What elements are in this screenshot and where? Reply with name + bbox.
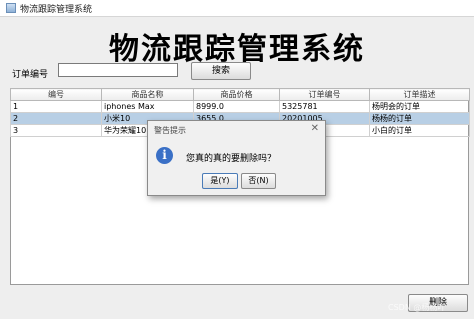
cell-description: 杨明会的订单 <box>369 100 470 113</box>
search-button[interactable]: 搜索 <box>191 62 251 80</box>
confirm-delete-dialog: 警告提示 ✕ i 您真的真的要删除吗？ 是(Y) 否(N) <box>147 120 326 196</box>
title-bar: 物流跟踪管理系统 <box>0 0 474 17</box>
table-header-row: 编号 商品名称 商品价格 订单编号 订单描述 <box>10 88 470 101</box>
cell-id: 1 <box>10 100 102 113</box>
dialog-message: 您真的真的要删除吗？ <box>186 154 277 164</box>
dialog-title: 警告提示 <box>154 126 186 135</box>
order-number-label: 订单编号 <box>12 70 49 80</box>
cell-product-name: iphones Max <box>101 100 194 113</box>
column-header-price[interactable]: 商品价格 <box>193 88 280 101</box>
app-icon <box>6 3 16 13</box>
yes-button[interactable]: 是(Y) <box>202 173 238 189</box>
cell-description: 小白的订单 <box>369 124 470 137</box>
close-icon[interactable]: ✕ <box>311 123 319 134</box>
no-button[interactable]: 否(N) <box>241 173 276 189</box>
order-number-input[interactable] <box>58 63 178 77</box>
cell-price: 8999.0 <box>193 100 280 113</box>
cell-order-number: 5325781 <box>279 100 370 113</box>
cell-id: 3 <box>10 124 102 137</box>
info-icon: i <box>156 147 173 164</box>
table-row[interactable]: 1 iphones Max 8999.0 5325781 杨明会的订单 <box>10 100 470 113</box>
column-header-order-number[interactable]: 订单编号 <box>279 88 370 101</box>
window-title: 物流跟踪管理系统 <box>20 4 93 15</box>
column-header-id[interactable]: 编号 <box>10 88 102 101</box>
cell-id: 2 <box>10 112 102 125</box>
column-header-description[interactable]: 订单描述 <box>369 88 470 101</box>
cell-description: 杨杨的订单 <box>369 112 470 125</box>
column-header-product-name[interactable]: 商品名称 <box>101 88 194 101</box>
watermark: CSDN @杨杨吖 <box>388 303 446 312</box>
